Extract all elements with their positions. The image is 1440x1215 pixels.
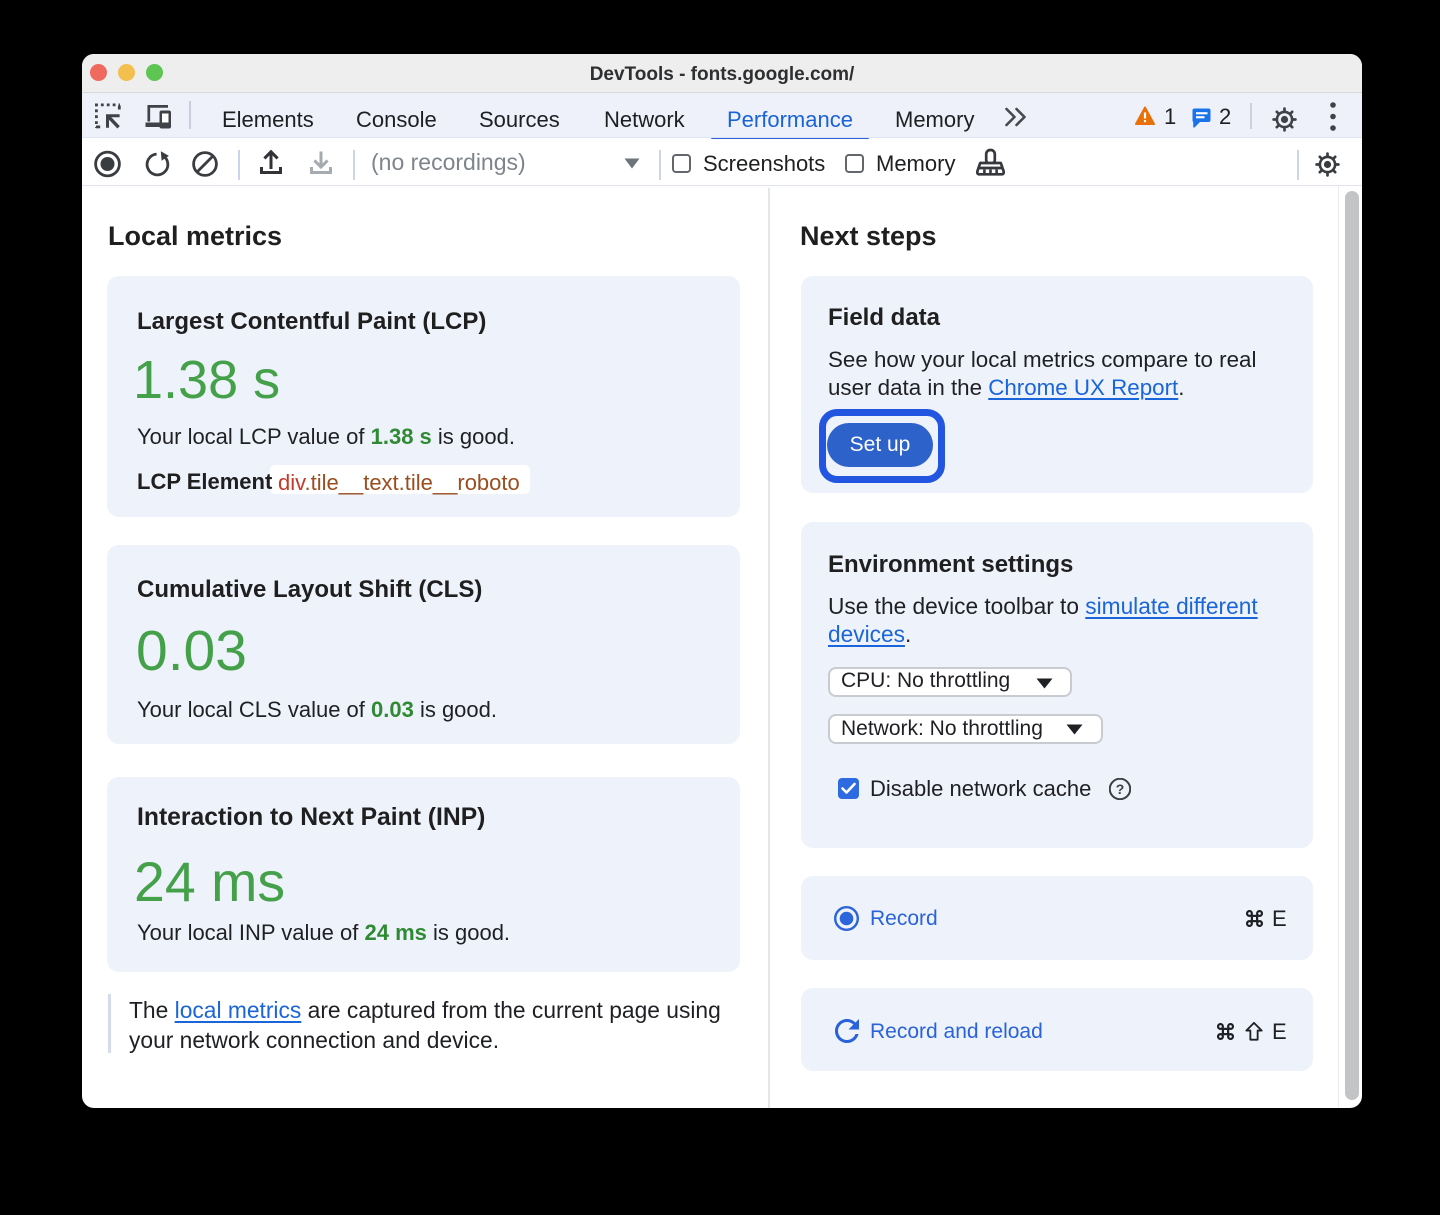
svg-text:?: ? bbox=[1116, 781, 1125, 797]
